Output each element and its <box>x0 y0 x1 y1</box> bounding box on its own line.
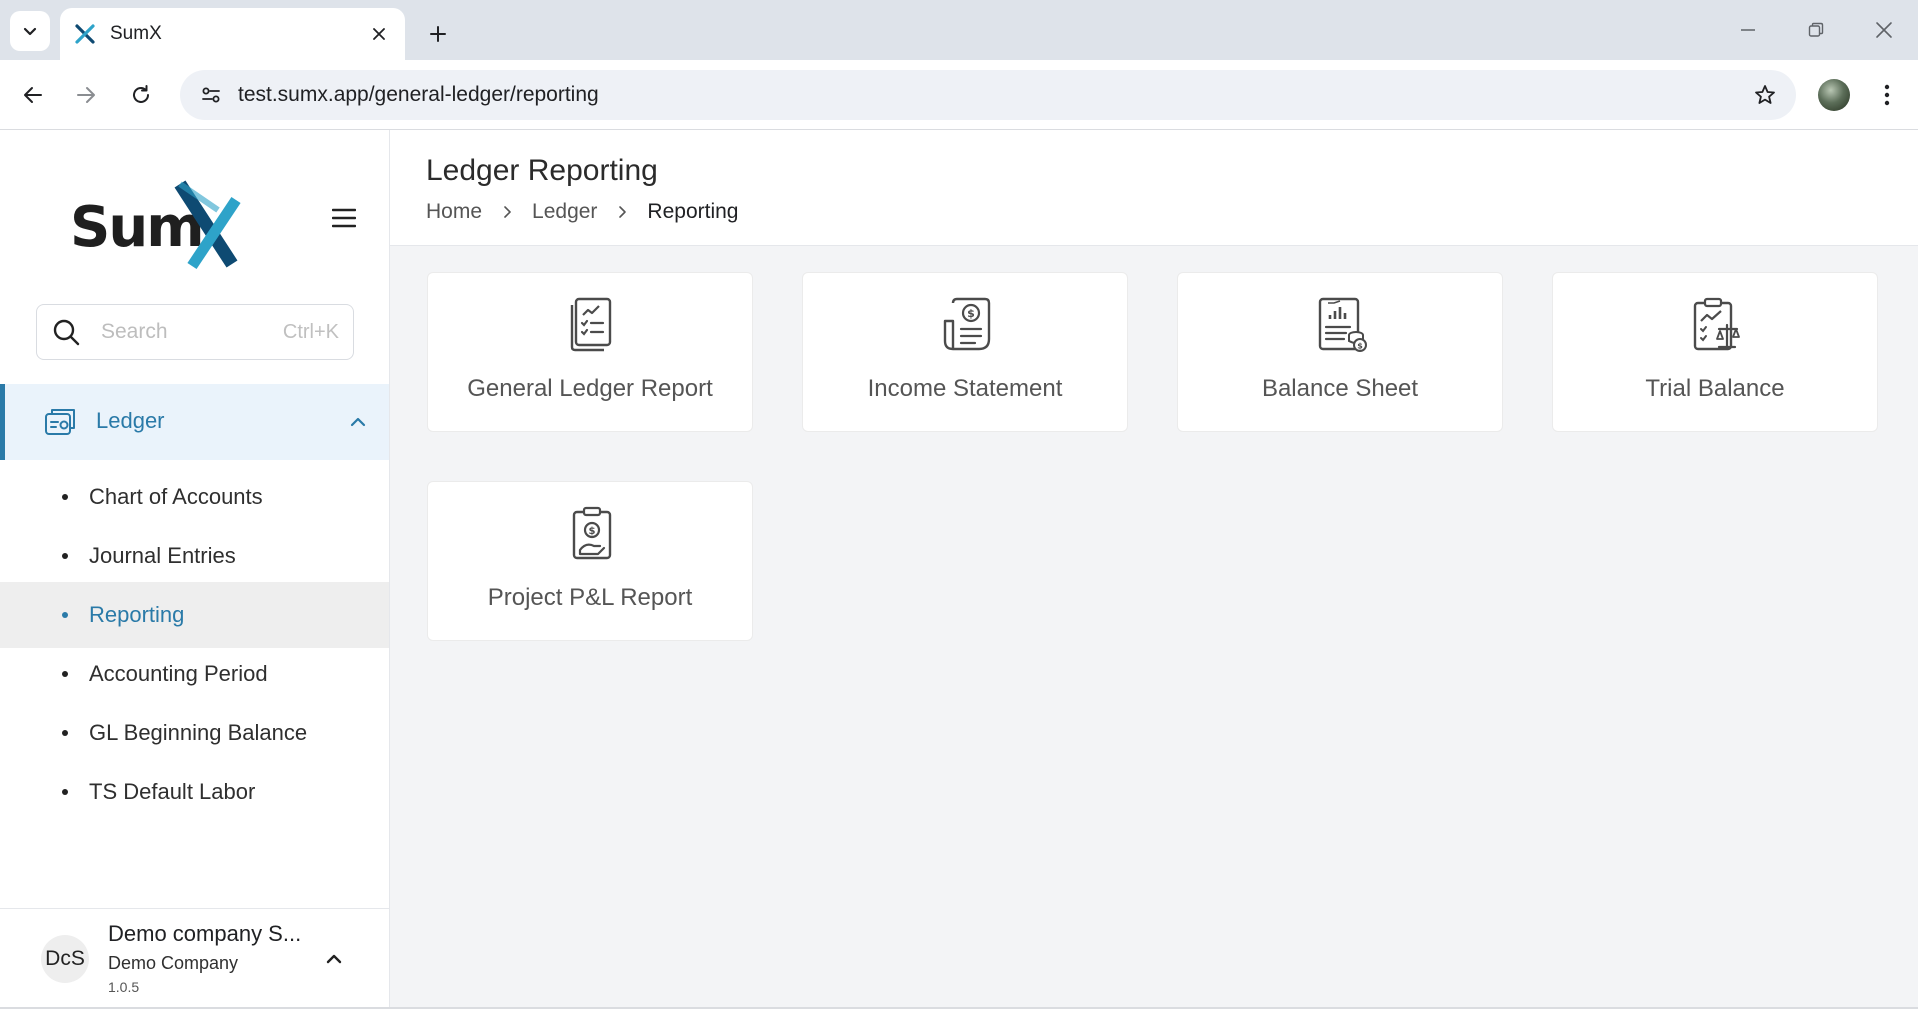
chevron-up-icon[interactable] <box>346 410 370 434</box>
url-text: test.sumx.app/general-ledger/reporting <box>238 83 599 106</box>
project-pl-icon: $ <box>572 506 612 560</box>
trial-balance-icon <box>1693 297 1740 351</box>
hamburger-icon <box>332 208 356 228</box>
search-icon <box>53 319 80 346</box>
sidebar-item-label: GL Beginning Balance <box>89 720 308 745</box>
trial-balance-card[interactable]: Trial Balance <box>1552 272 1878 432</box>
avatar: DcS <box>41 935 89 983</box>
page-title: Ledger Reporting <box>426 154 658 187</box>
bullet <box>62 553 68 559</box>
balance-sheet-card[interactable]: $ Balance Sheet <box>1177 272 1503 432</box>
sidebar-item-label: Journal Entries <box>89 543 236 568</box>
income-statement-card[interactable]: $ Income Statement <box>802 272 1128 432</box>
forward-button[interactable] <box>67 76 105 114</box>
close-window-button[interactable] <box>1864 14 1904 46</box>
tab-title: SumX <box>110 23 162 44</box>
plus-icon <box>430 26 446 42</box>
chevron-down-icon <box>23 27 37 36</box>
bullet <box>62 730 68 736</box>
browser-tab-strip: SumX <box>0 0 1918 60</box>
sidebar-item-chart-of-accounts[interactable]: Chart of Accounts <box>0 464 389 530</box>
close-tab-button[interactable] <box>367 22 391 46</box>
company-switcher[interactable]: DcS Demo company S... Demo Company 1.0.5 <box>0 908 389 1009</box>
balance-sheet-icon: $ <box>1318 297 1367 352</box>
address-bar[interactable]: test.sumx.app/general-ledger/reporting <box>180 70 1796 120</box>
breadcrumb-reporting: Reporting <box>647 200 739 223</box>
company-name: Demo company S... <box>108 921 302 946</box>
bullet <box>62 671 68 677</box>
sidebar-item-label: Chart of Accounts <box>89 484 263 509</box>
card-label: General Ledger Report <box>467 375 713 402</box>
new-tab-button[interactable] <box>420 16 456 52</box>
svg-text:$: $ <box>589 526 596 537</box>
sidebar-item-ledger[interactable]: Ledger <box>0 384 389 460</box>
active-indicator <box>0 384 5 460</box>
minimize-icon <box>1741 29 1755 31</box>
sidebar-search[interactable]: Ctrl+K <box>36 304 354 360</box>
sidebar-item-label: Reporting <box>89 602 185 627</box>
close-icon <box>1876 22 1892 38</box>
card-label: Balance Sheet <box>1261 375 1419 402</box>
svg-text:Sum: Sum <box>70 195 203 260</box>
sidebar-item-label: Accounting Period <box>89 661 268 686</box>
browser-toolbar: test.sumx.app/general-ledger/reporting <box>0 60 1918 130</box>
svg-text:$: $ <box>967 307 975 320</box>
restore-icon <box>1808 22 1824 37</box>
tab-search-button[interactable] <box>10 11 50 51</box>
close-icon <box>373 28 385 40</box>
page-header: Ledger Reporting Home Ledger Reporting <box>390 130 1918 246</box>
search-input[interactable] <box>101 320 261 344</box>
arrow-right-icon <box>77 87 95 103</box>
card-label: Trial Balance <box>1645 375 1785 402</box>
sidebar: Sum Ctrl+K Ledger Chart of Accounts Jour… <box>0 130 390 1009</box>
sidebar-item-accounting-period[interactable]: Accounting Period <box>0 641 389 707</box>
main-content: Ledger Reporting Home Ledger Reporting G… <box>390 130 1918 1009</box>
project-pl-report-card[interactable]: $ Project P&L Report <box>427 481 753 641</box>
card-label: Project P&L Report <box>487 584 693 611</box>
bookmark-star-icon[interactable] <box>1750 80 1780 110</box>
sidebar-item-gl-beginning-balance[interactable]: GL Beginning Balance <box>0 700 389 766</box>
profile-avatar-icon[interactable] <box>1818 79 1850 111</box>
company-subtitle: Demo Company <box>108 953 239 973</box>
chevron-up-icon[interactable] <box>322 947 346 971</box>
app-version: 1.0.5 <box>108 979 140 995</box>
sidebar-item-label: TS Default Labor <box>89 779 256 804</box>
income-statement-icon: $ <box>943 297 991 351</box>
restore-button[interactable] <box>1796 14 1836 46</box>
arrow-left-icon <box>24 87 42 103</box>
sumx-favicon-icon <box>75 24 95 44</box>
chevron-right-icon <box>504 206 511 218</box>
more-vertical-icon <box>1884 84 1890 106</box>
ledger-icon <box>45 409 75 435</box>
general-ledger-report-card[interactable]: General Ledger Report <box>427 272 753 432</box>
bullet <box>62 494 68 500</box>
reload-button[interactable] <box>122 76 160 114</box>
minimize-button[interactable] <box>1728 14 1768 46</box>
breadcrumb-home[interactable]: Home <box>426 200 482 224</box>
chevron-right-icon <box>619 206 627 218</box>
sumx-logo[interactable]: Sum <box>68 170 268 270</box>
breadcrumb: Home Ledger Reporting <box>426 200 738 224</box>
browser-menu-button[interactable] <box>1872 76 1902 114</box>
browser-tab[interactable]: SumX <box>60 8 405 60</box>
sidebar-item-journal-entries[interactable]: Journal Entries <box>0 523 389 589</box>
site-settings-icon[interactable] <box>198 82 224 108</box>
svg-text:$: $ <box>1357 342 1363 351</box>
sidebar-item-ts-default-labor[interactable]: TS Default Labor <box>0 759 389 825</box>
breadcrumb-ledger[interactable]: Ledger <box>532 200 597 224</box>
card-label: Income Statement <box>867 375 1063 402</box>
reload-icon <box>133 85 149 103</box>
search-shortcut-hint: Ctrl+K <box>282 320 339 343</box>
bullet <box>62 789 68 795</box>
report-checklist-icon <box>570 297 612 352</box>
sidebar-item-label: Ledger <box>96 408 165 433</box>
sidebar-item-reporting[interactable]: Reporting <box>0 582 389 648</box>
back-button[interactable] <box>14 76 52 114</box>
bullet <box>62 612 68 618</box>
menu-toggle-button[interactable] <box>328 202 360 234</box>
